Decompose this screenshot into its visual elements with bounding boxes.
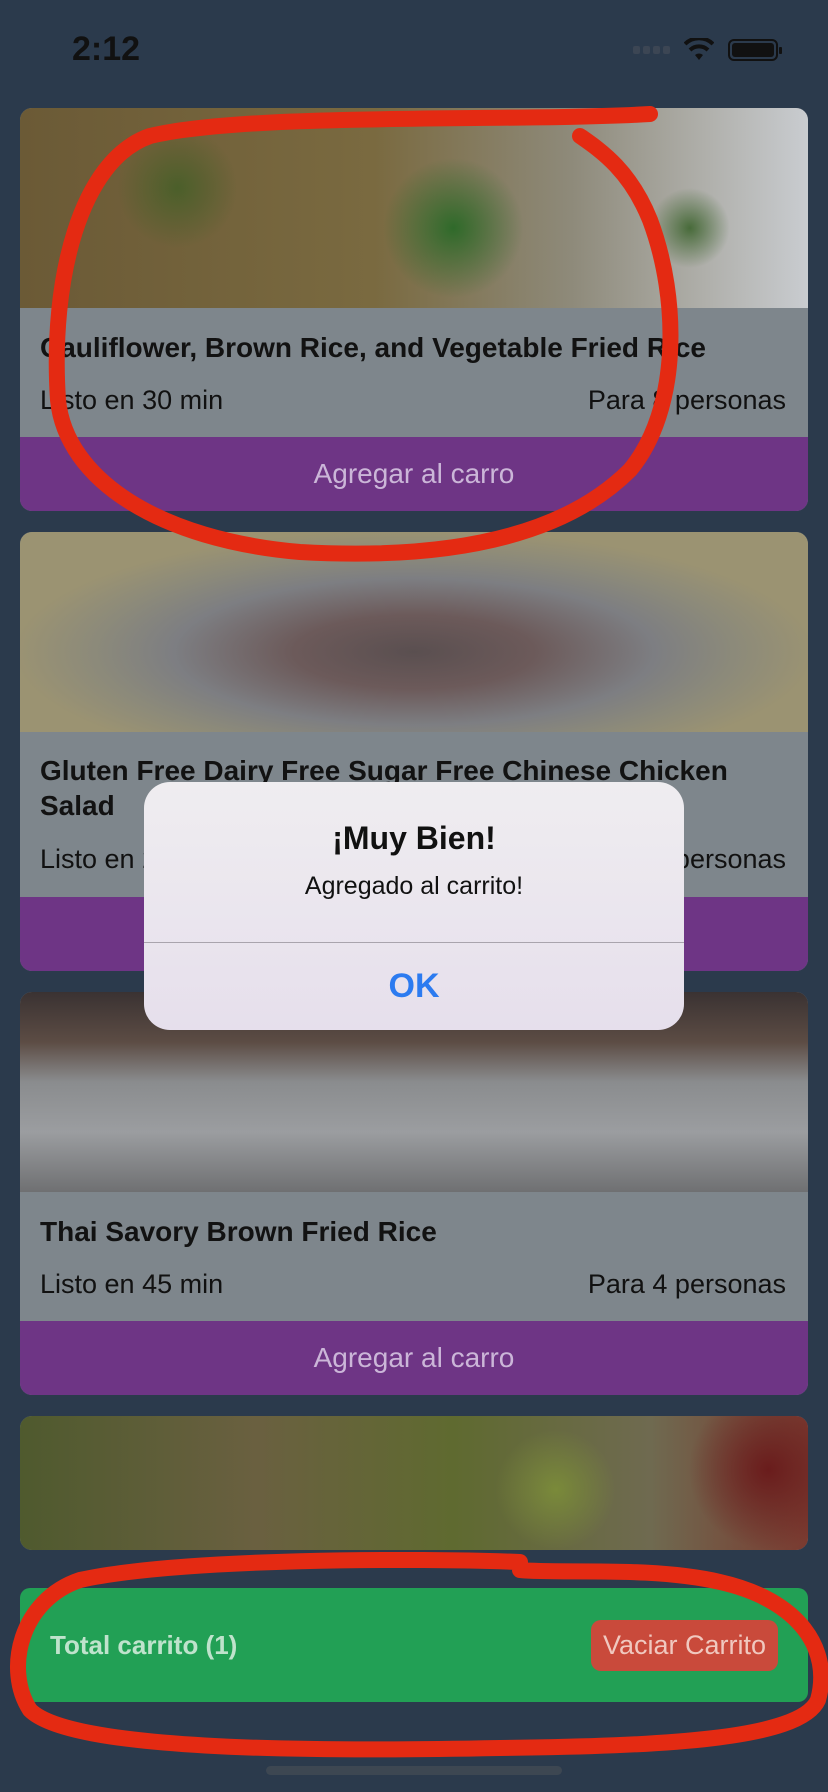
signal-icon: [633, 46, 670, 54]
add-to-cart-button[interactable]: Agregar al carro: [20, 437, 808, 511]
recipe-meta: Listo en 30 min Para 8 personas: [40, 385, 786, 416]
ready-time: Listo en 45 min: [40, 1269, 224, 1299]
recipe-card: [20, 1416, 808, 1550]
status-icons: [633, 38, 782, 62]
status-time: 2:12: [72, 30, 141, 68]
alert-ok-button[interactable]: OK: [144, 943, 684, 1030]
status-bar: 2:12: [0, 0, 828, 100]
alert-message: Agregado al carrito!: [304, 872, 524, 900]
add-to-cart-button[interactable]: Agregar al carro: [20, 1321, 808, 1395]
recipe-card: Cauliflower, Brown Rice, and Vegetable F…: [20, 108, 808, 511]
cart-total: Total carrito (1): [50, 1629, 238, 1660]
alert-dialog: ¡Muy Bien! Agregado al carrito! OK: [144, 782, 684, 1030]
alert-title: ¡Muy Bien!: [332, 820, 496, 856]
recipe-image: [20, 108, 808, 308]
recipe-title: Thai Savory Brown Fried Rice: [40, 1216, 437, 1247]
recipe-image: [20, 1416, 808, 1550]
recipe-title: Cauliflower, Brown Rice, and Vegetable F…: [40, 332, 706, 363]
servings: Para 4 personas: [587, 1269, 786, 1299]
ready-time: Listo en 30 min: [40, 385, 224, 415]
recipe-image: [20, 532, 808, 732]
wifi-icon: [684, 38, 714, 60]
battery-icon: [728, 39, 782, 61]
servings: Para 8 personas: [587, 385, 786, 415]
empty-cart-button[interactable]: Vaciar Carrito: [590, 1619, 778, 1671]
cart-bar: Total carrito (1) Vaciar Carrito: [20, 1588, 808, 1702]
recipe-meta: Listo en 45 min Para 4 personas: [40, 1269, 786, 1300]
home-indicator[interactable]: [266, 1766, 562, 1775]
recipe-card: Thai Savory Brown Fried Rice Listo en 45…: [20, 992, 808, 1395]
